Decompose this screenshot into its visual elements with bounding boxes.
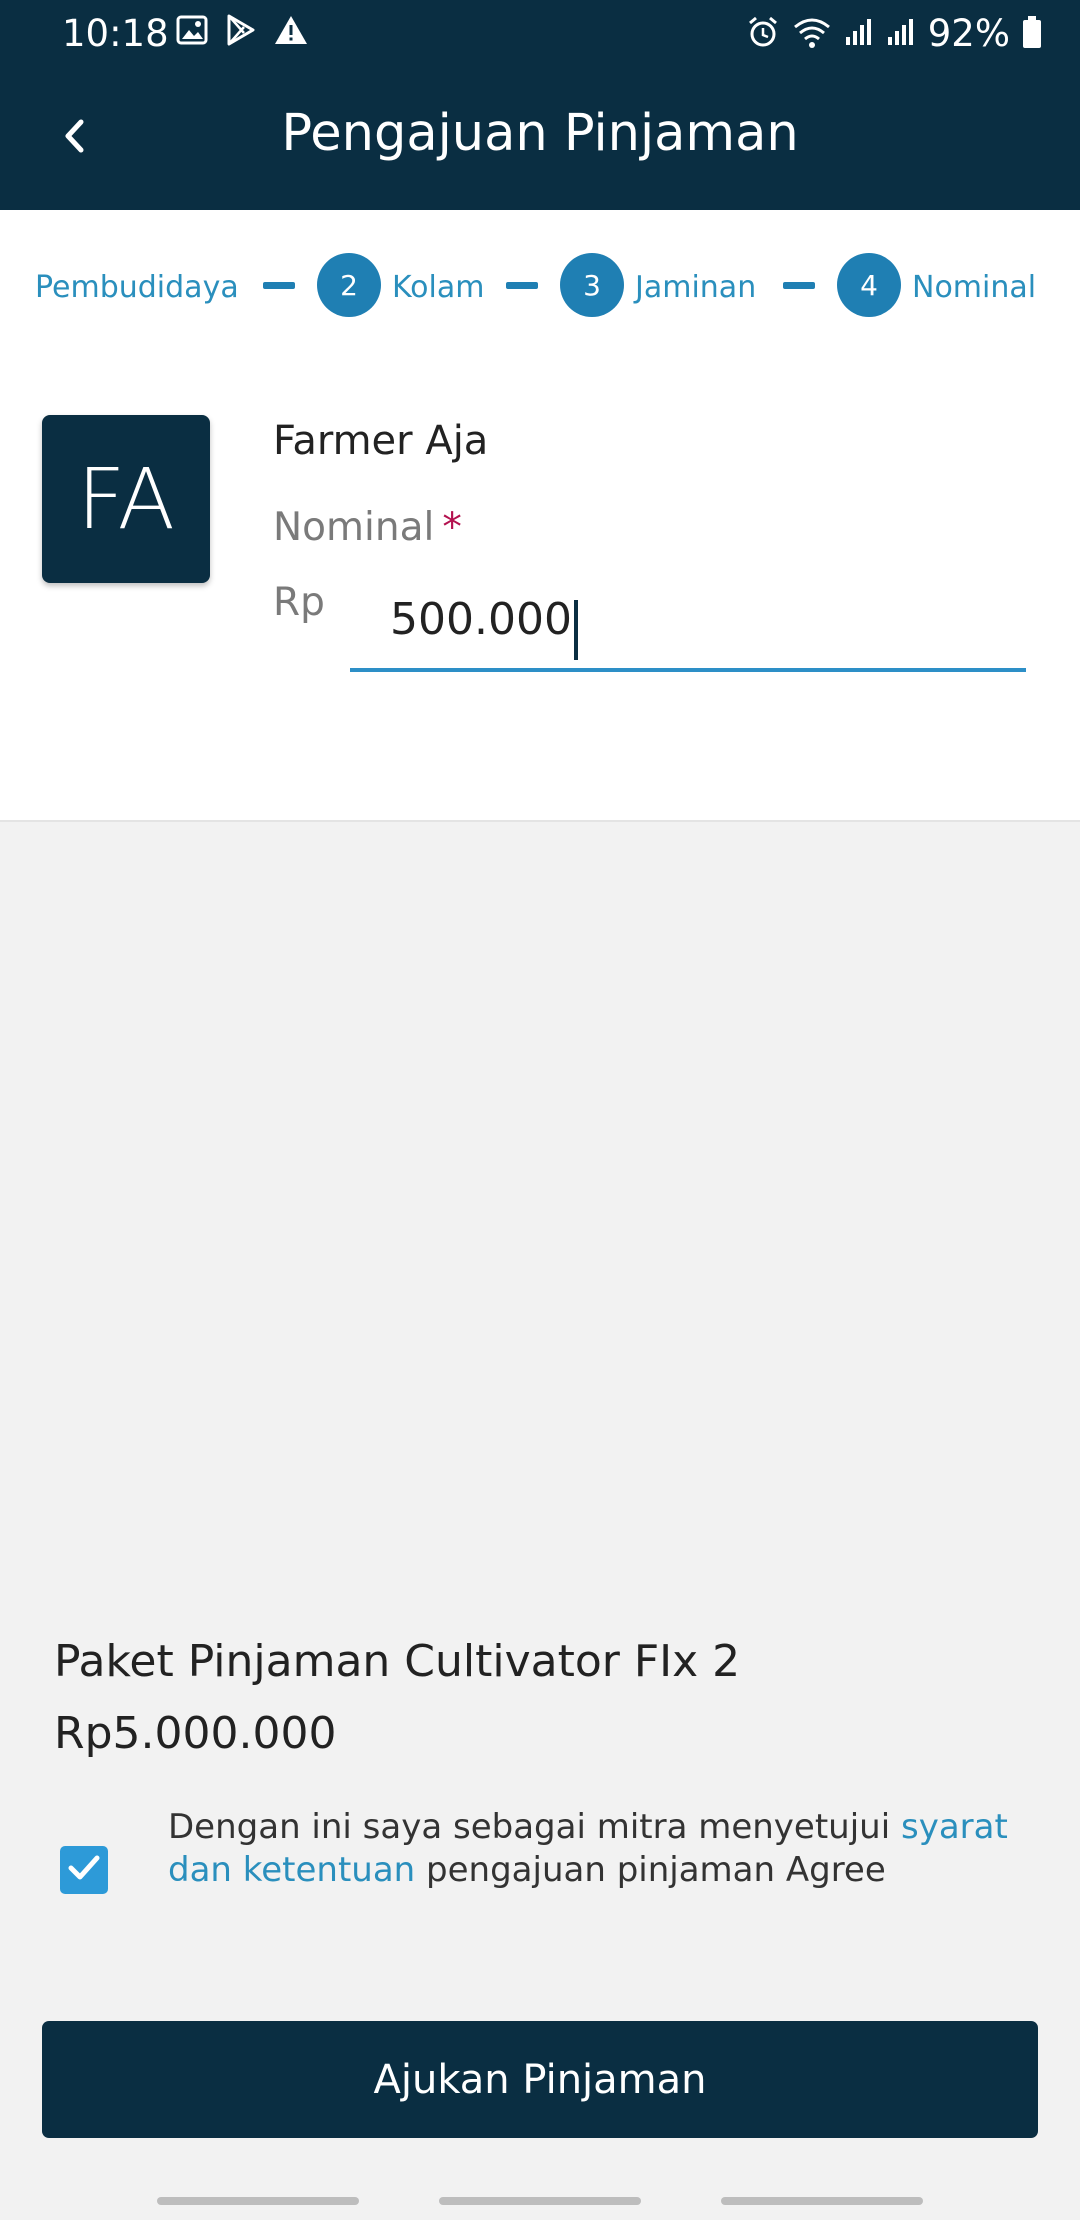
step-nominal-number[interactable]: 4 — [837, 253, 901, 317]
agreement-text-after: pengajuan pinjaman Agree — [415, 1850, 886, 1890]
currency-prefix: Rp — [273, 580, 325, 625]
stepper: Pembudidaya 2 Kolam 3 Jaminan 4 Nominal — [0, 252, 1080, 318]
avatar: FA — [42, 415, 210, 583]
status-time: 10:18 — [62, 12, 169, 55]
step-pembudidaya-label[interactable]: Pembudidaya — [35, 270, 239, 305]
alarm-icon — [746, 15, 780, 53]
wifi-icon — [792, 15, 832, 53]
package-price: Rp5.000.000 — [54, 1708, 337, 1759]
agreement-text: Dengan ini saya sebagai mitra menyetujui… — [168, 1806, 1038, 1892]
nav-gesture-home[interactable] — [439, 2197, 641, 2205]
text-cursor — [573, 600, 578, 660]
nav-gesture-right[interactable] — [721, 2197, 923, 2205]
system-icons: 92% — [746, 12, 1042, 55]
check-icon — [67, 1853, 101, 1887]
nominal-label-text: Nominal — [273, 505, 435, 550]
step-jaminan-label[interactable]: Jaminan — [635, 270, 756, 305]
battery-percent: 92% — [927, 12, 1010, 55]
image-icon — [176, 15, 208, 49]
loan-form-panel: Pembudidaya 2 Kolam 3 Jaminan 4 Nominal … — [0, 210, 1080, 822]
step-kolam-number[interactable]: 2 — [317, 253, 381, 317]
app-bar: Pengajuan Pinjaman — [0, 66, 1080, 210]
farmer-name: Farmer Aja — [273, 418, 489, 464]
step-connector — [506, 282, 538, 289]
warning-icon — [274, 15, 308, 49]
signal-icon — [844, 17, 874, 51]
step-connector — [263, 282, 295, 289]
step-jaminan-number[interactable]: 3 — [560, 253, 624, 317]
gesture-nav-bar — [0, 2190, 1080, 2220]
submit-loan-button[interactable]: Ajukan Pinjaman — [42, 2021, 1038, 2138]
step-nominal-label[interactable]: Nominal — [912, 270, 1036, 305]
status-bar: 10:18 92% — [0, 0, 1080, 66]
page-title: Pengajuan Pinjaman — [281, 104, 799, 163]
nominal-label: Nominal * — [273, 505, 462, 550]
nav-gesture-left[interactable] — [157, 2197, 359, 2205]
agreement-checkbox[interactable] — [60, 1846, 108, 1894]
nominal-field[interactable] — [350, 580, 1026, 672]
play-store-icon — [226, 14, 256, 50]
step-connector — [783, 282, 815, 289]
agreement-text-before: Dengan ini saya sebagai mitra menyetujui — [168, 1807, 901, 1847]
package-name: Paket Pinjaman Cultivator FIx 2 — [54, 1636, 741, 1687]
required-mark: * — [442, 505, 462, 550]
nominal-input[interactable] — [350, 580, 1026, 645]
battery-icon — [1022, 15, 1042, 52]
notification-icons — [176, 14, 308, 50]
step-kolam-label[interactable]: Kolam — [392, 270, 484, 305]
signal-icon — [886, 17, 916, 51]
